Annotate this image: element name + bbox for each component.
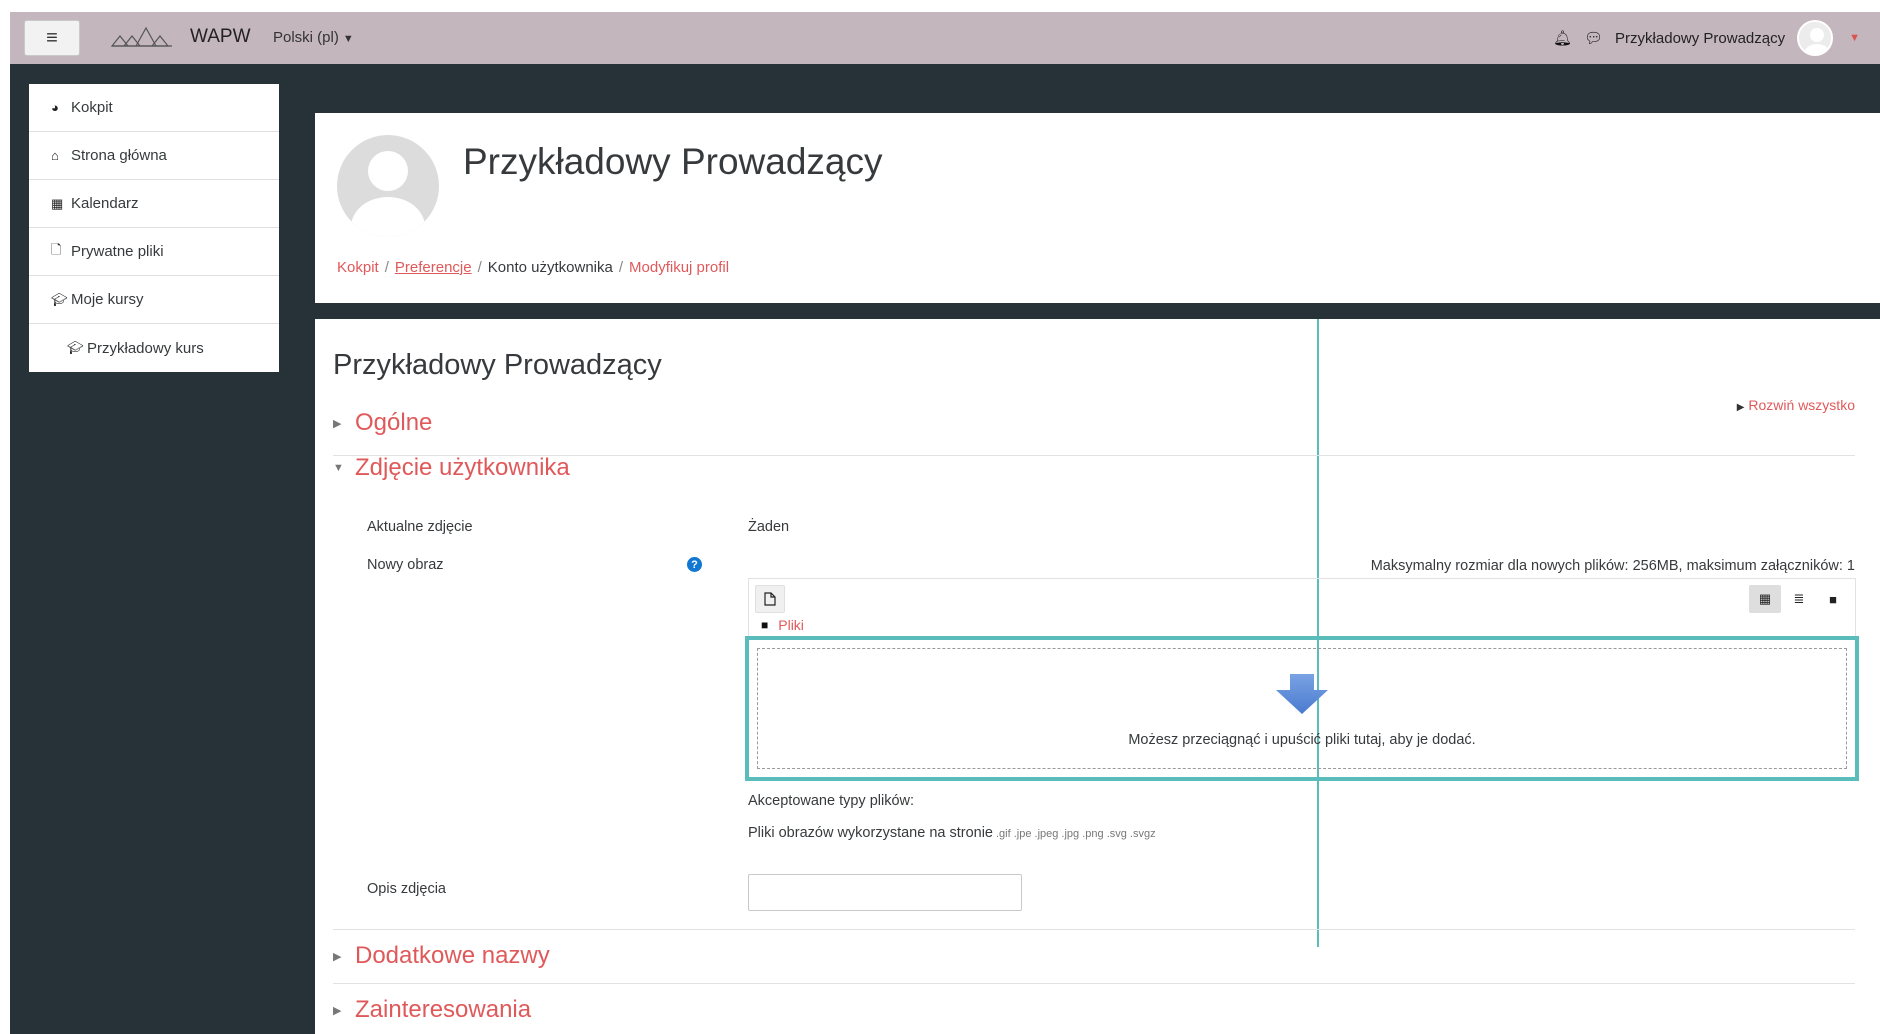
bell-icon[interactable]: 🔔︎: [1553, 29, 1572, 47]
drawer-item-label: Przykładowy kurs: [87, 339, 204, 357]
drawer-item-my-courses[interactable]: 🎓︎ Moje kursy: [29, 276, 279, 324]
file-icon: [764, 592, 776, 606]
top-navbar: ≡ WAPW Polski (pl) ▼ 🔔︎ 💬︎ Przykładowy Pr…: [10, 12, 1880, 64]
calendar-icon: ▦: [51, 195, 64, 211]
drawer-item-label: Moje kursy: [71, 291, 144, 308]
current-picture-value: Żaden: [748, 519, 790, 535]
add-file-button[interactable]: [755, 585, 785, 613]
caret-down-icon[interactable]: ▼: [1849, 32, 1860, 44]
home-icon: ⌂: [51, 148, 59, 163]
avatar: [337, 135, 439, 237]
graduation-cap-icon: 🎓︎: [51, 291, 68, 307]
drawer-item-sample-course[interactable]: 🎓︎ Przykładowy kurs: [29, 324, 279, 372]
avatar[interactable]: [1797, 20, 1834, 56]
folder-icon: ■: [761, 618, 769, 632]
drawer-item-label: Kalendarz: [71, 195, 139, 212]
file-icon: 🗋: [51, 241, 62, 257]
section-interests-toggle[interactable]: ▶ Zainteresowania: [333, 984, 1855, 1024]
language-label: Polski (pl): [273, 29, 339, 46]
section-user-picture: ▼ Zdjęcie użytkownika: [333, 454, 570, 482]
user-nav: 🔔︎ 💬︎ Przykładowy Prowadzący ▼: [1553, 12, 1860, 64]
image-description-input[interactable]: [748, 874, 1022, 911]
file-picker-toolbar: ▦ ≣ ■ ■ Pliki: [748, 578, 1856, 636]
page-background: ≡ WAPW Polski (pl) ▼ 🔔︎ 💬︎ Przykładowy Pr…: [10, 12, 1880, 1034]
language-menu[interactable]: Polski (pl) ▼: [273, 29, 354, 46]
current-picture-label: Aktualne zdjęcie: [367, 519, 473, 535]
accepted-types-label: Akceptowane typy plików:: [748, 793, 915, 809]
drawer-item-label: Strona główna: [71, 147, 167, 164]
section-user-picture-toggle[interactable]: ▼ Zdjęcie użytkownika: [333, 454, 570, 482]
dropzone-highlight: Możesz przeciągnąć i upuścić pliki tutaj…: [745, 636, 1859, 781]
caret-down-icon: ▼: [333, 462, 344, 474]
drawer-item-private-files[interactable]: 🗋 Prywatne pliki: [29, 228, 279, 276]
accepted-extensions: .gif .jpe .jpeg .jpg .png .svg .svgz: [996, 828, 1156, 840]
breadcrumb-preferences[interactable]: Preferencje: [395, 259, 472, 276]
section-title: Dodatkowe nazwy: [355, 942, 550, 969]
site-name[interactable]: WAPW: [190, 26, 251, 48]
help-icon[interactable]: ?: [687, 557, 702, 572]
section-general: ▶ Ogólne: [333, 399, 1855, 456]
nav-drawer: ◕ Kokpit ⌂ Strona główna ▦ Kalendarz 🗋 P…: [29, 84, 279, 372]
section-additional-names: ▶ Dodatkowe nazwy: [333, 930, 1855, 984]
files-folder-link[interactable]: Pliki: [778, 617, 804, 633]
section-title: Ogólne: [355, 409, 433, 436]
chat-icon[interactable]: 💬︎: [1584, 29, 1603, 47]
dashboard-icon: ◕: [51, 100, 59, 115]
tree-view-icon[interactable]: ■: [1817, 585, 1849, 613]
breadcrumb-kokpit[interactable]: Kokpit: [337, 259, 379, 276]
graduation-cap-icon: 🎓︎: [67, 340, 84, 355]
section-title: Zainteresowania: [355, 996, 532, 1023]
drawer-item-kokpit[interactable]: ◕ Kokpit: [29, 84, 279, 132]
drawer-item-calendar[interactable]: ▦ Kalendarz: [29, 180, 279, 228]
caret-right-icon: ▶: [333, 950, 342, 963]
caret-right-icon: ▶: [333, 417, 342, 430]
grid-view-icon[interactable]: ▦: [1749, 585, 1781, 613]
new-image-label: Nowy obraz: [367, 557, 444, 573]
form-heading: Przykładowy Prowadzący: [333, 349, 662, 381]
main-content: Przykładowy Prowadzący ▶ Rozwiń wszystko …: [315, 319, 1880, 1034]
drawer-item-label: Prywatne pliki: [71, 243, 164, 260]
view-switcher: ▦ ≣ ■: [1749, 585, 1849, 613]
section-general-toggle[interactable]: ▶ Ogólne: [333, 399, 1855, 437]
caret-right-icon: ▶: [333, 1004, 342, 1017]
file-path: ■ Pliki: [761, 617, 804, 633]
site-logo: [110, 26, 172, 47]
section-additional-names-toggle[interactable]: ▶ Dodatkowe nazwy: [333, 930, 1855, 970]
max-size-info: Maksymalny rozmiar dla nowych plików: 25…: [1370, 558, 1855, 574]
user-name[interactable]: Przykładowy Prowadzący: [1615, 30, 1785, 47]
drawer-item-label: Kokpit: [71, 99, 113, 116]
download-arrow-icon: [1276, 673, 1328, 714]
drawer-item-home[interactable]: ⌂ Strona główna: [29, 132, 279, 180]
breadcrumb: Kokpit / Preferencje / Konto użytkownika / Mod…: [337, 259, 730, 276]
accepted-types: Pliki obrazów wykorzystane na stronie .gi…: [748, 825, 1156, 841]
page-title: Przykładowy Prowadzący: [463, 141, 883, 182]
section-title: Zdjęcie użytkownika: [355, 454, 570, 481]
hamburger-icon[interactable]: ≡: [24, 20, 80, 56]
caret-down-icon: ▼: [342, 33, 354, 45]
page-header: Przykładowy Prowadzący Kokpit / Preferencj…: [315, 113, 1880, 303]
section-interests: ▶ Zainteresowania: [333, 984, 1855, 1034]
list-view-icon[interactable]: ≣: [1783, 585, 1815, 613]
file-dropzone[interactable]: Możesz przeciągnąć i upuścić pliki tutaj…: [757, 648, 1847, 769]
accepted-types-text: Pliki obrazów wykorzystane na stronie: [748, 825, 993, 841]
breadcrumb-user-account: Konto użytkownika: [487, 259, 613, 276]
breadcrumb-edit-profile[interactable]: Modyfikuj profil: [629, 259, 729, 276]
image-description-label: Opis zdjęcia: [367, 881, 446, 897]
dropzone-text: Możesz przeciągnąć i upuścić pliki tutaj…: [1128, 731, 1476, 748]
